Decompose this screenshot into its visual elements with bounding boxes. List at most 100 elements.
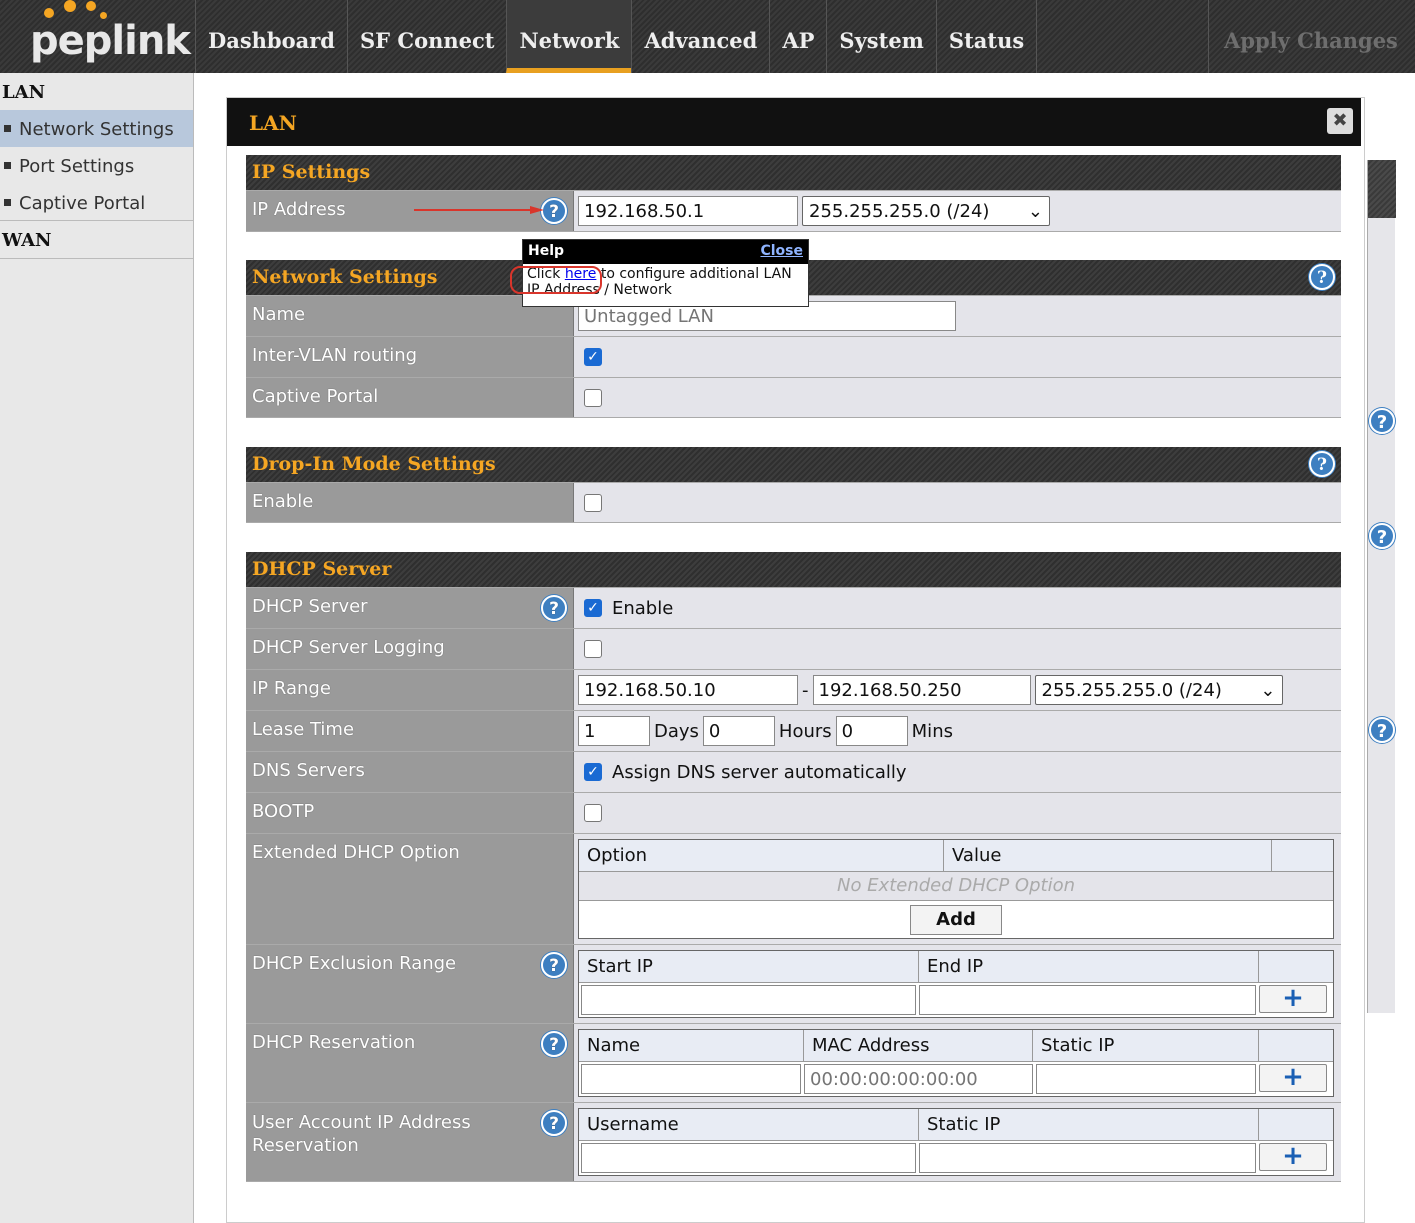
add-option-button[interactable]: Add bbox=[910, 904, 1002, 935]
bullet-icon bbox=[4, 125, 11, 132]
tab-advanced[interactable]: Advanced bbox=[631, 0, 769, 73]
column-header: Start IP bbox=[579, 951, 919, 982]
help-icon[interactable]: ? bbox=[541, 198, 567, 224]
label-text: DHCP Server bbox=[252, 596, 368, 617]
lease-hours-input[interactable] bbox=[702, 716, 775, 746]
reservation-table: NameMAC AddressStatic IP + bbox=[578, 1029, 1334, 1097]
help-icon: ? bbox=[1369, 523, 1395, 549]
help-icon[interactable]: ? bbox=[541, 595, 567, 621]
tab-sf-connect[interactable]: SF Connect bbox=[346, 0, 507, 73]
column-header: Static IP bbox=[1033, 1030, 1259, 1061]
sidebar: LAN Network Settings Port Settings Capti… bbox=[0, 73, 194, 1223]
exclusion-end-input[interactable] bbox=[919, 985, 1256, 1015]
column-header: Static IP bbox=[919, 1109, 1259, 1140]
help-icon[interactable]: ? bbox=[541, 1110, 567, 1136]
dhcp-enable-checkbox[interactable]: ✓ bbox=[584, 599, 602, 617]
tab-ap[interactable]: AP bbox=[769, 0, 826, 73]
column-header: Username bbox=[579, 1109, 919, 1140]
column-header bbox=[1272, 840, 1333, 871]
sidebar-item-port-settings[interactable]: Port Settings bbox=[0, 147, 193, 184]
reservation-mac-input[interactable] bbox=[804, 1064, 1033, 1094]
drop-in-section: Drop-In Mode Settings? Enable bbox=[246, 447, 1341, 523]
help-icon: ? bbox=[1369, 717, 1395, 743]
annotation-highlight bbox=[510, 266, 602, 294]
column-header bbox=[1259, 1109, 1333, 1140]
section-heading: IP Settings bbox=[246, 155, 1341, 190]
close-icon[interactable]: ✖ bbox=[1327, 108, 1353, 134]
logo-dot bbox=[86, 1, 96, 11]
help-icon: ? bbox=[1369, 408, 1395, 434]
dns-auto-checkbox[interactable]: ✓ bbox=[584, 763, 602, 781]
help-icon[interactable]: ? bbox=[541, 952, 567, 978]
tab-status[interactable]: Status bbox=[935, 0, 1038, 73]
ip-range-start-input[interactable] bbox=[578, 675, 798, 705]
bootp-label: BOOTP bbox=[246, 793, 574, 833]
apply-changes-button[interactable]: Apply Changes bbox=[1208, 0, 1415, 73]
select-value: 255.255.255.0 (/24) bbox=[809, 200, 990, 222]
add-user-reservation-button[interactable]: + bbox=[1259, 1143, 1327, 1171]
help-icon[interactable]: ? bbox=[1309, 264, 1335, 290]
top-navbar: peplink Dashboard SF Connect Network Adv… bbox=[0, 0, 1415, 73]
ip-address-input[interactable] bbox=[578, 196, 798, 226]
dhcp-logging-checkbox[interactable] bbox=[584, 640, 602, 658]
dhcp-server-section: DHCP Server DHCP Server? ✓ Enable DHCP Se… bbox=[246, 552, 1341, 1182]
bootp-checkbox[interactable] bbox=[584, 804, 602, 822]
dhcp-logging-label: DHCP Server Logging bbox=[246, 629, 574, 669]
label-text: User Account IP Address Reservation bbox=[252, 1112, 471, 1156]
user-username-input[interactable] bbox=[581, 1143, 916, 1173]
lease-days-input[interactable] bbox=[578, 716, 650, 746]
select-value: 255.255.255.0 (/24) bbox=[1041, 679, 1222, 701]
captive-portal-checkbox[interactable] bbox=[584, 388, 602, 407]
column-header: Option bbox=[579, 840, 944, 871]
extended-dhcp-label: Extended DHCP Option bbox=[246, 834, 574, 944]
bullet-icon bbox=[4, 162, 11, 169]
section-heading-text: Drop-In Mode Settings bbox=[252, 453, 496, 475]
days-text: Days bbox=[654, 720, 699, 742]
peplink-logo[interactable]: peplink bbox=[0, 0, 195, 73]
sidebar-heading-wan[interactable]: WAN bbox=[0, 221, 193, 259]
label-text: IP Address bbox=[252, 199, 346, 220]
sidebar-item-network-settings[interactable]: Network Settings bbox=[0, 110, 193, 147]
dhcp-server-label: DHCP Server? bbox=[246, 588, 574, 628]
mins-text: Mins bbox=[911, 720, 953, 742]
tab-network[interactable]: Network bbox=[506, 0, 632, 73]
tab-system[interactable]: System bbox=[826, 0, 935, 73]
sidebar-item-label: Captive Portal bbox=[19, 193, 146, 214]
reservation-name-input[interactable] bbox=[581, 1064, 801, 1094]
add-exclusion-button[interactable]: + bbox=[1259, 985, 1327, 1013]
sidebar-item-captive-portal[interactable]: Captive Portal bbox=[0, 184, 193, 221]
help-close-link[interactable]: Close bbox=[760, 243, 803, 259]
dns-auto-text: Assign DNS server automatically bbox=[612, 761, 907, 783]
bullet-icon bbox=[4, 199, 11, 206]
logo-dot bbox=[64, 0, 76, 12]
chevron-down-icon: ⌄ bbox=[1027, 200, 1043, 222]
lease-mins-input[interactable] bbox=[835, 716, 908, 746]
drop-in-enable-checkbox[interactable] bbox=[584, 493, 602, 512]
help-icon[interactable]: ? bbox=[541, 1031, 567, 1057]
ip-range-label: IP Range bbox=[246, 670, 574, 710]
user-static-ip-input[interactable] bbox=[919, 1143, 1256, 1173]
help-icon[interactable]: ? bbox=[1309, 451, 1335, 477]
column-header bbox=[1259, 951, 1333, 982]
section-heading: Drop-In Mode Settings? bbox=[246, 447, 1341, 482]
subnet-mask-select[interactable]: 255.255.255.0 (/24) ⌄ bbox=[802, 196, 1050, 226]
user-reservation-label: User Account IP Address Reservation? bbox=[246, 1103, 574, 1181]
reservation-ip-input[interactable] bbox=[1036, 1064, 1256, 1094]
exclusion-start-input[interactable] bbox=[581, 985, 916, 1015]
sidebar-heading-lan: LAN bbox=[2, 82, 46, 103]
ip-range-mask-select[interactable]: 255.255.255.0 (/24) ⌄ bbox=[1034, 675, 1283, 705]
main-nav: Dashboard SF Connect Network Advanced AP… bbox=[195, 0, 1038, 73]
reservation-label: DHCP Reservation? bbox=[246, 1024, 574, 1102]
tab-dashboard[interactable]: Dashboard bbox=[195, 0, 347, 73]
add-reservation-button[interactable]: + bbox=[1259, 1064, 1327, 1092]
label-text: DHCP Reservation bbox=[252, 1032, 416, 1053]
chevron-down-icon: ⌄ bbox=[1260, 679, 1276, 701]
exclusion-table: Start IP End IP + bbox=[578, 950, 1334, 1018]
ip-range-end-input[interactable] bbox=[812, 675, 1031, 705]
help-popup-title: Help bbox=[528, 243, 565, 259]
dhcp-enable-text: Enable bbox=[612, 597, 674, 619]
range-separator: - bbox=[802, 679, 809, 701]
extended-dhcp-table: Option Value No Extended DHCP Option Add bbox=[578, 839, 1334, 939]
inter-vlan-checkbox[interactable]: ✓ bbox=[584, 348, 602, 366]
enable-label: Enable bbox=[246, 483, 574, 522]
